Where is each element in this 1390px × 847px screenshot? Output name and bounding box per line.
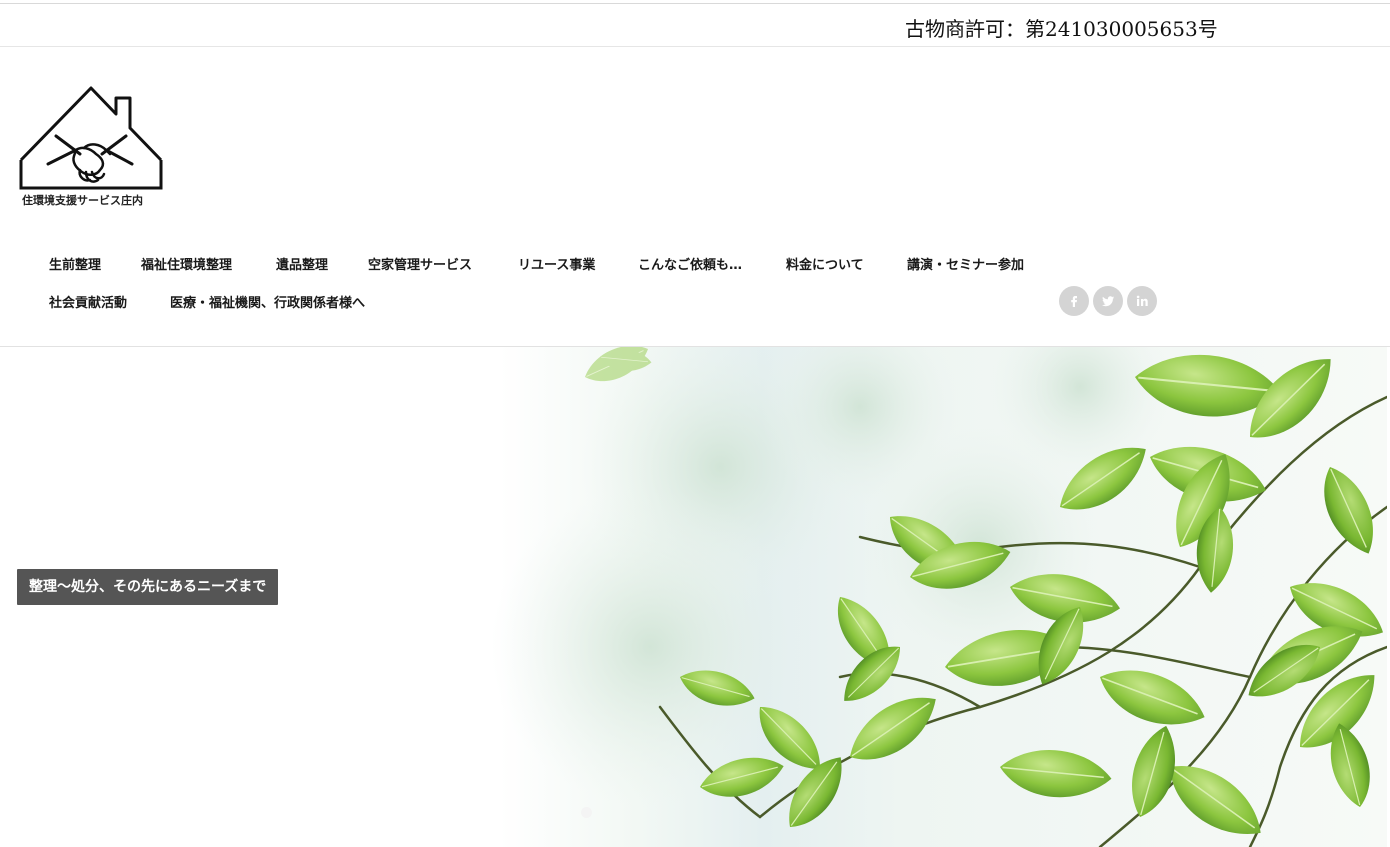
linkedin-icon[interactable] (1127, 286, 1157, 316)
twitter-icon[interactable] (1093, 286, 1123, 316)
logo-text: 住環境支援サービス庄内 (22, 194, 143, 207)
slider-dot[interactable] (581, 807, 592, 818)
nav-item-shakai[interactable]: 社会貢献活動 (49, 292, 127, 311)
hero-caption: 整理〜処分、その先にあるニーズまで (17, 569, 279, 605)
license-number: 古物商許可：第241030005653号 (905, 17, 1218, 41)
nav-item-iryo[interactable]: 医療・福祉機関、行政関係者様へ (170, 292, 365, 311)
top-bar: 古物商許可：第241030005653号 (0, 3, 1390, 47)
facebook-icon[interactable] (1059, 286, 1089, 316)
nav-item-fukushi[interactable]: 福祉住環境整理 (141, 254, 232, 273)
nav-item-irai[interactable]: こんなご依頼も… (638, 254, 742, 273)
nav-item-reuse[interactable]: リユース事業 (518, 254, 595, 273)
nav-item-seizen[interactable]: 生前整理 (49, 254, 101, 273)
nav-item-akiya[interactable]: 空家管理サービス (368, 254, 472, 273)
nav-item-ryokin[interactable]: 料金について (786, 254, 864, 273)
nav-item-seminar[interactable]: 講演・セミナー参加 (907, 254, 1024, 273)
nav-item-ihin[interactable]: 遺品整理 (276, 254, 328, 273)
